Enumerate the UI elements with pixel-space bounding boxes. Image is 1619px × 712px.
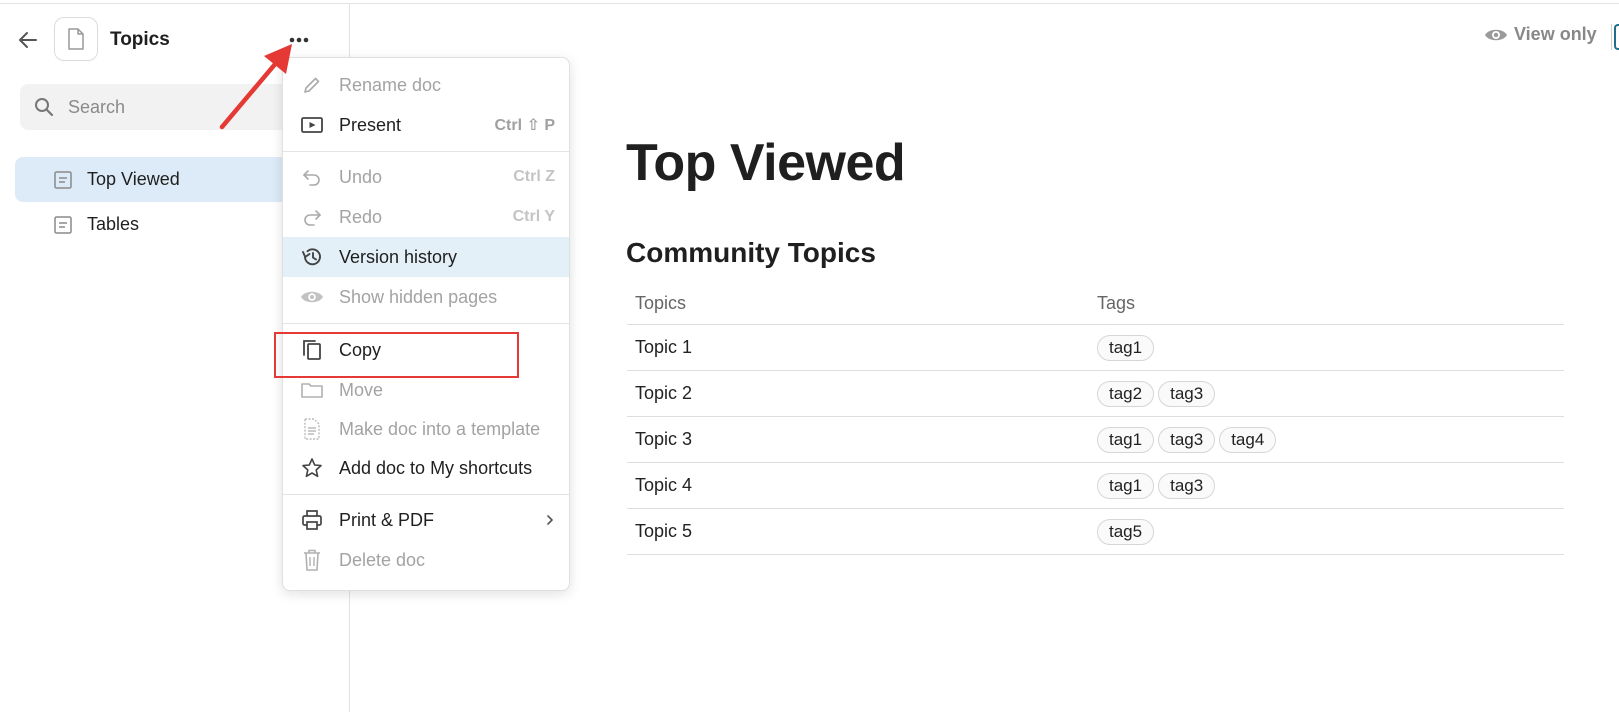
- tags-cell[interactable]: tag2 tag3: [1097, 380, 1564, 407]
- menu-item-label: Show hidden pages: [339, 286, 498, 307]
- redo-icon: [299, 208, 325, 226]
- topic-cell[interactable]: Topic 4: [627, 475, 1097, 496]
- menu-item-undo[interactable]: Undo Ctrl Z: [283, 157, 569, 197]
- more-options-button[interactable]: [285, 30, 313, 50]
- table-header: Topics Tags: [627, 283, 1564, 325]
- menu-item-label: Present: [339, 114, 402, 135]
- doc-title: Topics: [110, 29, 170, 50]
- history-icon: [299, 246, 325, 268]
- search-box[interactable]: [20, 84, 320, 130]
- tag-chip: tag3: [1158, 472, 1216, 499]
- page-icon: [53, 215, 73, 235]
- menu-item-label: Print & PDF: [339, 509, 435, 530]
- menu-item-label: Redo: [339, 206, 383, 227]
- menu-item-print-pdf[interactable]: Print & PDF: [283, 500, 569, 540]
- printer-icon: [299, 509, 325, 531]
- table-row[interactable]: Topic 1 tag1: [627, 325, 1564, 371]
- eye-icon: [1484, 26, 1508, 44]
- search-input[interactable]: [68, 96, 288, 118]
- divider: [1611, 24, 1612, 50]
- search-icon: [35, 98, 54, 117]
- menu-item-label: Add doc to My shortcuts: [339, 457, 533, 478]
- tag-chip: tag3: [1158, 426, 1216, 453]
- document-icon: [68, 28, 84, 50]
- shortcut-hint: Ctrl Z: [513, 168, 555, 185]
- topic-cell[interactable]: Topic 1: [627, 337, 1097, 358]
- menu-item-label: Rename doc: [339, 74, 442, 95]
- menu-item-add-shortcut[interactable]: Add doc to My shortcuts: [283, 448, 569, 488]
- menu-item-rename-doc[interactable]: Rename doc: [283, 65, 569, 105]
- copy-highlight-box: [274, 332, 519, 378]
- topic-cell[interactable]: Topic 5: [627, 521, 1097, 542]
- eye-icon: [299, 289, 325, 305]
- sidebar-item-label: Tables: [87, 214, 140, 234]
- menu-item-delete-doc[interactable]: Delete doc: [283, 540, 569, 580]
- tags-cell[interactable]: tag1 tag3 tag4: [1097, 426, 1564, 453]
- chevron-right-icon: [545, 513, 555, 527]
- shortcut-hint: Ctrl ⇧ P: [494, 117, 555, 134]
- menu-item-make-template[interactable]: Make doc into a template: [283, 409, 569, 449]
- doc-options-menu: Rename doc Present Ctrl ⇧ P Undo Ctrl Z …: [282, 57, 570, 591]
- folder-icon: [299, 381, 325, 399]
- share-button[interactable]: [1614, 24, 1619, 50]
- column-header-topics[interactable]: Topics: [627, 293, 1097, 314]
- menu-item-label: Version history: [339, 246, 458, 267]
- menu-divider: [283, 494, 569, 495]
- sidebar-item-label: Top Viewed: [87, 169, 180, 189]
- tag-chip: tag1: [1097, 472, 1155, 499]
- present-icon: [299, 116, 325, 134]
- menu-divider: [283, 323, 569, 324]
- tag-chip: tag4: [1219, 426, 1277, 453]
- menu-divider: [283, 151, 569, 152]
- tag-chip: tag1: [1097, 334, 1155, 361]
- template-icon: [299, 418, 325, 440]
- tags-cell[interactable]: tag5: [1097, 518, 1564, 545]
- menu-item-label: Move: [339, 379, 384, 400]
- topics-table: Topics Tags Topic 1 tag1 Topic 2 tag2 ta…: [627, 283, 1564, 555]
- pencil-icon: [299, 75, 325, 95]
- menu-item-label: Make doc into a template: [339, 418, 541, 439]
- tag-chip: tag1: [1097, 426, 1155, 453]
- menu-item-show-hidden-pages[interactable]: Show hidden pages: [283, 277, 569, 317]
- tags-cell[interactable]: tag1: [1097, 334, 1564, 361]
- column-header-tags[interactable]: Tags: [1097, 293, 1564, 314]
- table-row[interactable]: Topic 2 tag2 tag3: [627, 371, 1564, 417]
- shortcut-hint: Ctrl Y: [512, 208, 555, 225]
- topic-cell[interactable]: Topic 2: [627, 383, 1097, 404]
- tag-chip: tag5: [1097, 518, 1155, 545]
- table-row[interactable]: Topic 3 tag1 tag3 tag4: [627, 417, 1564, 463]
- menu-item-version-history[interactable]: Version history: [283, 237, 569, 277]
- menu-item-label: Delete doc: [339, 549, 426, 570]
- doc-icon: [54, 17, 98, 61]
- trash-icon: [299, 549, 325, 571]
- view-only-badge[interactable]: View only: [1484, 24, 1597, 45]
- page-title: Top Viewed: [626, 134, 906, 192]
- topic-cell[interactable]: Topic 3: [627, 429, 1097, 450]
- table-row[interactable]: Topic 5 tag5: [627, 509, 1564, 555]
- menu-item-present[interactable]: Present Ctrl ⇧ P: [283, 105, 569, 145]
- tag-chip: tag2: [1097, 380, 1155, 407]
- undo-icon: [299, 168, 325, 186]
- star-icon: [299, 457, 325, 479]
- tags-cell[interactable]: tag1 tag3: [1097, 472, 1564, 499]
- menu-item-redo[interactable]: Redo Ctrl Y: [283, 197, 569, 237]
- arrow-left-icon: [19, 32, 37, 48]
- table-row[interactable]: Topic 4 tag1 tag3: [627, 463, 1564, 509]
- back-button[interactable]: [16, 28, 40, 52]
- page-icon: [53, 170, 73, 190]
- more-horizontal-icon: [289, 37, 309, 43]
- menu-item-label: Undo: [339, 166, 383, 187]
- section-title: Community Topics: [626, 237, 876, 268]
- view-only-label: View only: [1514, 24, 1597, 44]
- tag-chip: tag3: [1158, 380, 1216, 407]
